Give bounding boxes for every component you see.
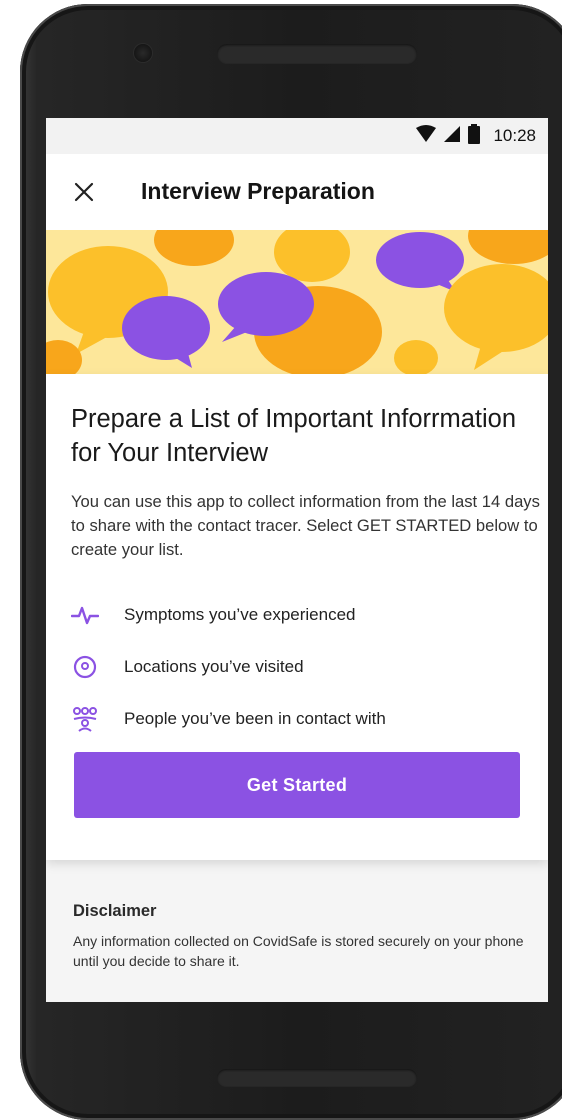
- list-item-label: People you’ve been in contact with: [124, 709, 386, 728]
- page-title: Interview Preparation: [141, 178, 375, 204]
- disclaimer-title: Disclaimer: [73, 902, 157, 920]
- list-item-people: People you’ve been in contact with: [71, 693, 531, 745]
- speech-bubbles-illustration: [46, 230, 548, 374]
- bottom-speaker: [217, 1069, 417, 1087]
- earpiece-speaker: [217, 44, 417, 64]
- list-item-locations: Locations you’ve visited: [71, 641, 531, 693]
- status-time: 10:28: [493, 126, 536, 145]
- list-item-label: Symptoms you’ve experienced: [124, 605, 356, 624]
- cell-signal-icon: [443, 125, 461, 148]
- card-heading: Prepare a List of Important Inforrmation…: [71, 405, 517, 467]
- close-button[interactable]: [68, 176, 100, 208]
- people-icon: [71, 705, 99, 733]
- front-camera: [134, 44, 152, 62]
- heartbeat-icon: [71, 601, 99, 629]
- wifi-icon: [415, 124, 437, 148]
- status-icons: 10:28: [415, 123, 536, 149]
- screen: 10:28 Interview Preparation Prepare a Li…: [46, 118, 548, 1002]
- disclaimer-text: Any information collected on CovidSafe i…: [73, 933, 524, 969]
- battery-icon: [467, 123, 481, 149]
- close-icon: [74, 182, 94, 202]
- info-list: Symptoms you’ve experienced Locations yo…: [71, 589, 531, 745]
- get-started-button[interactable]: Get Started: [74, 752, 520, 818]
- status-bar: 10:28: [46, 118, 548, 154]
- disclaimer-section: Disclaimer Any information collected on …: [73, 902, 533, 971]
- preparation-card: Prepare a List of Important Inforrmation…: [46, 374, 548, 860]
- app-bar: Interview Preparation: [46, 154, 548, 230]
- location-pin-icon: [71, 653, 99, 681]
- list-item-symptoms: Symptoms you’ve experienced: [71, 589, 531, 641]
- card-description: You can use this app to collect informat…: [71, 492, 540, 559]
- list-item-label: Locations you’ve visited: [124, 657, 304, 676]
- hero-illustration: [46, 230, 548, 374]
